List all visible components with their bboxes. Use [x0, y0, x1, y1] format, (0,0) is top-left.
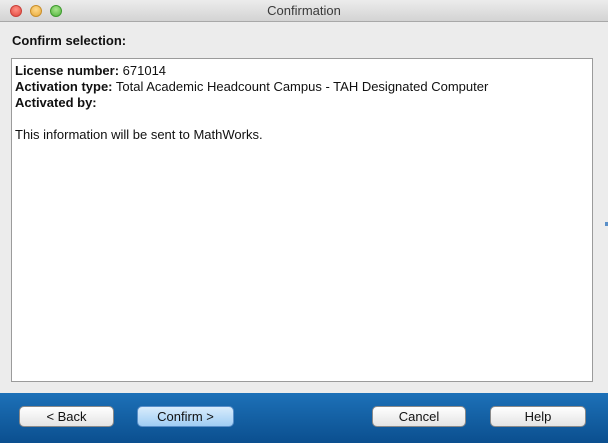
back-button[interactable]: < Back [19, 406, 114, 427]
activation-type-value: Total Academic Headcount Campus - TAH De… [115, 79, 489, 94]
activated-by-row: Activated by: [15, 95, 589, 111]
section-heading: Confirm selection: [12, 33, 127, 48]
license-number-value: 671014 [122, 63, 167, 78]
confirm-button[interactable]: Confirm > [137, 406, 234, 427]
license-number-row: License number: 671014 [15, 63, 589, 79]
window-title: Confirmation [267, 3, 341, 18]
cancel-button[interactable]: Cancel [372, 406, 466, 427]
title-bar[interactable]: Confirmation [0, 0, 608, 22]
confirmation-details-panel: License number: 671014 Activation type: … [11, 58, 593, 382]
activation-type-label: Activation type: [15, 79, 113, 94]
activation-type-row: Activation type: Total Academic Headcoun… [15, 79, 589, 95]
license-number-label: License number: [15, 63, 120, 78]
activated-by-label: Activated by: [15, 95, 97, 110]
info-message: This information will be sent to MathWor… [15, 127, 263, 142]
confirmation-window: Confirmation Confirm selection: License … [0, 0, 608, 443]
help-button[interactable]: Help [490, 406, 586, 427]
button-bar: < Back Confirm > Cancel Help [0, 393, 608, 443]
